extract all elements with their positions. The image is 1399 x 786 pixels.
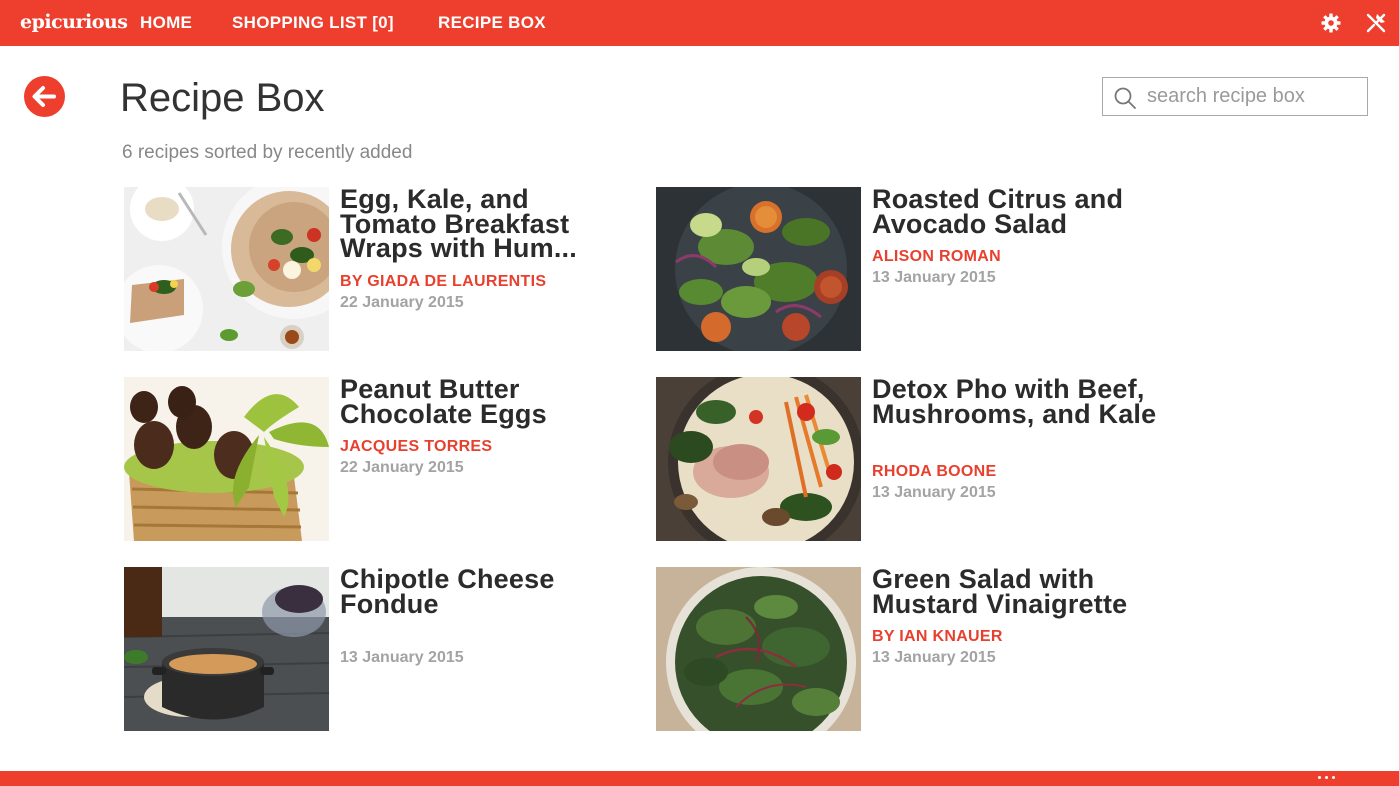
recipe-title[interactable]: Chipotle Cheese Fondue — [340, 566, 630, 618]
page-title: Recipe Box — [120, 76, 325, 120]
pho-bowl-photo — [656, 377, 861, 541]
search-box[interactable] — [1102, 77, 1368, 116]
nav-home[interactable]: HOME — [140, 13, 192, 33]
recipe-date: 22 January 2015 — [340, 294, 464, 311]
green-salad-photo — [656, 567, 861, 731]
fondue-pot-photo — [124, 567, 329, 731]
top-app-bar: epicurious HOME SHOPPING LIST [0] RECIPE… — [0, 0, 1399, 46]
recipe-card[interactable]: Detox Pho with Beef, Mushrooms, and Kale… — [656, 376, 1166, 541]
recipe-title[interactable]: Roasted Citrus and Avocado Salad — [872, 186, 1162, 238]
nav-recipe-box[interactable]: RECIPE BOX — [438, 13, 546, 33]
recipe-author: ALISON ROMAN — [872, 248, 1001, 265]
search-icon — [1114, 87, 1136, 109]
recipe-card[interactable]: Egg, Kale, and Tomato Breakfast Wraps wi… — [124, 186, 634, 351]
recipe-count-subtitle: 6 recipes sorted by recently added — [122, 142, 413, 163]
recipe-author: RHODA BOONE — [872, 463, 997, 480]
recipe-date: 13 January 2015 — [872, 484, 996, 501]
recipe-author: BY GIADA DE LAURENTIS — [340, 273, 547, 290]
recipe-card[interactable]: Green Salad with Mustard Vinaigrette BY … — [656, 566, 1166, 731]
search-input[interactable] — [1147, 82, 1361, 111]
back-arrow-icon — [32, 86, 56, 107]
recipe-title[interactable]: Detox Pho with Beef, Mushrooms, and Kale — [872, 376, 1162, 428]
recipe-date: 13 January 2015 — [872, 269, 996, 286]
nav-shopping-list[interactable]: SHOPPING LIST [0] — [232, 13, 394, 33]
breakfast-wraps-photo — [124, 187, 329, 351]
recipe-date: 13 January 2015 — [872, 649, 996, 666]
citrus-salad-photo — [656, 187, 861, 351]
recipe-title[interactable]: Egg, Kale, and Tomato Breakfast Wraps wi… — [340, 186, 630, 262]
app-logo[interactable]: epicurious — [20, 11, 128, 33]
recipe-author: JACQUES TORRES — [340, 438, 493, 455]
recipe-card[interactable]: Peanut Butter Chocolate Eggs JACQUES TOR… — [124, 376, 634, 541]
gear-icon[interactable] — [1319, 11, 1343, 35]
back-button[interactable] — [24, 76, 65, 117]
unpin-icon[interactable] — [1364, 11, 1388, 35]
recipe-date: 22 January 2015 — [340, 459, 464, 476]
recipe-card[interactable]: Chipotle Cheese Fondue 13 January 2015 — [124, 566, 634, 731]
recipe-date: 13 January 2015 — [340, 649, 464, 666]
recipe-author: BY IAN KNAUER — [872, 628, 1003, 645]
recipe-card[interactable]: Roasted Citrus and Avocado Salad ALISON … — [656, 186, 1166, 351]
more-ellipsis-icon[interactable] — [1316, 771, 1342, 783]
recipe-title[interactable]: Peanut Butter Chocolate Eggs — [340, 376, 630, 428]
bottom-app-bar — [0, 771, 1399, 786]
recipe-title[interactable]: Green Salad with Mustard Vinaigrette — [872, 566, 1162, 618]
chocolate-eggs-basket-photo — [124, 377, 329, 541]
